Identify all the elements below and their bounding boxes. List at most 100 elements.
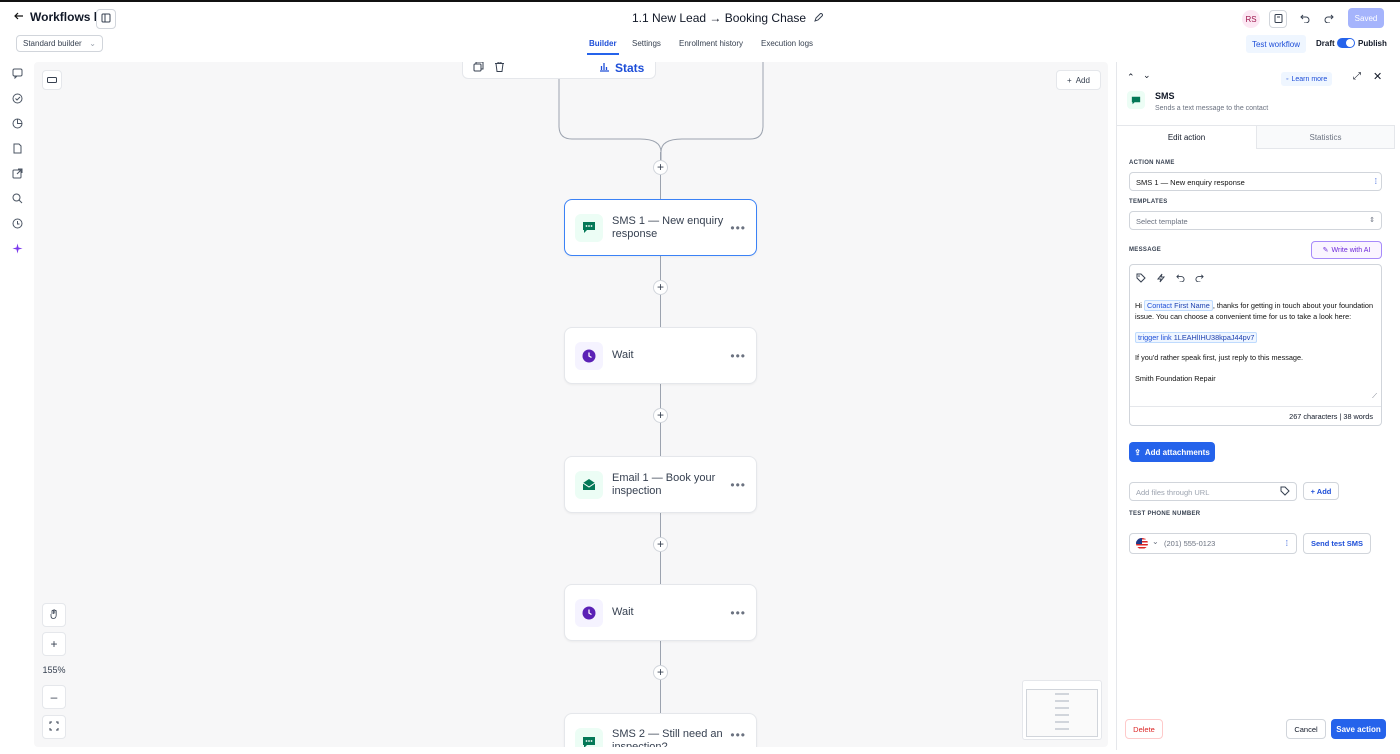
test-workflow-button[interactable]: Test workflow xyxy=(1246,35,1306,53)
bar-chart-icon xyxy=(599,62,610,75)
chip-trigger-link: trigger link xyxy=(1138,332,1172,342)
add-step-button[interactable]: + xyxy=(653,408,668,423)
search-icon[interactable] xyxy=(11,192,23,204)
tab-enrollment-history[interactable]: Enrollment history xyxy=(679,39,743,48)
node-label: Wait xyxy=(612,349,634,361)
add-step-button[interactable]: + xyxy=(653,160,668,175)
builder-select[interactable]: Standard builder ⌄ xyxy=(16,35,103,52)
changelog-button[interactable] xyxy=(1269,10,1287,28)
workflow-canvas[interactable]: Stats + Add + + + + + SMS 1 — New enquir… xyxy=(34,62,1108,747)
clock-icon xyxy=(575,341,603,370)
redo-icon[interactable] xyxy=(1195,273,1204,285)
delete-button[interactable]: Delete xyxy=(1125,719,1163,739)
custom-values-icon[interactable]: ⁞ xyxy=(1286,539,1288,548)
external-link-icon[interactable] xyxy=(11,167,23,179)
more-options-icon[interactable]: ••• xyxy=(730,606,746,620)
zoom-in-button[interactable]: + xyxy=(42,632,66,656)
workflow-node-wait-1[interactable]: Wait ••• xyxy=(564,327,757,384)
upload-icon: ⇪ xyxy=(1134,447,1141,457)
template-select[interactable]: Select template ⇕ xyxy=(1129,211,1382,230)
action-name-input[interactable]: SMS 1 — New enquiry response ⁞ xyxy=(1129,172,1382,191)
redo-icon xyxy=(1324,12,1334,26)
lightbulb-icon: ◦ xyxy=(1286,75,1289,83)
message-icon xyxy=(575,728,603,747)
undo-icon[interactable] xyxy=(1176,273,1185,285)
magic-wand-icon: ✎ xyxy=(1322,247,1329,254)
tag-icon[interactable] xyxy=(1280,486,1290,498)
custom-values-icon[interactable]: ⁞ xyxy=(1375,177,1377,186)
more-options-icon[interactable]: ••• xyxy=(730,478,746,492)
chevron-up-icon[interactable]: ⌃ xyxy=(1127,72,1135,83)
add-attachments-button[interactable]: ⇪ Add attachments xyxy=(1129,442,1215,462)
comment-icon[interactable] xyxy=(11,67,23,79)
redo-button[interactable] xyxy=(1320,10,1338,28)
add-url-button[interactable]: + Add xyxy=(1303,482,1339,500)
sparkle-icon[interactable] xyxy=(11,242,23,254)
cancel-button[interactable]: Cancel xyxy=(1286,719,1326,739)
trigger-link-chip[interactable]: trigger link 1LEAHlIHU38kpaJ44pv7 xyxy=(1135,331,1258,343)
save-action-button[interactable]: Save action xyxy=(1331,719,1386,739)
tab-execution-logs[interactable]: Execution logs xyxy=(761,39,813,48)
tab-statistics[interactable]: Statistics xyxy=(1256,125,1395,149)
workflow-title[interactable]: 1.1 New Lead → Booking Chase xyxy=(632,11,824,25)
left-sidebar xyxy=(0,56,34,754)
templates-label: TEMPLATES xyxy=(1129,199,1168,205)
branch-connector xyxy=(558,62,764,162)
fit-view-button[interactable] xyxy=(42,715,66,739)
us-flag-icon[interactable] xyxy=(1136,538,1148,549)
message-label: MESSAGE xyxy=(1129,247,1162,253)
panel-title: SMS xyxy=(1155,91,1175,101)
test-phone-input[interactable]: ⌄ (201) 555-0123 ⁞ xyxy=(1129,533,1297,554)
history-icon[interactable] xyxy=(11,217,23,229)
mail-icon xyxy=(575,470,603,499)
message-editor[interactable]: Hi Contact First Name, thanks for gettin… xyxy=(1129,264,1382,426)
add-node-button[interactable]: + Add xyxy=(1056,70,1101,90)
saved-button[interactable]: Saved xyxy=(1348,8,1384,28)
workflow-node-email-1[interactable]: Email 1 — Book your inspection ••• xyxy=(564,456,757,513)
toggle-sidebar-button[interactable] xyxy=(96,9,116,29)
add-step-button[interactable]: + xyxy=(653,537,668,552)
sms-icon xyxy=(1127,91,1145,109)
action-name-label: ACTION NAME xyxy=(1129,160,1175,166)
workflow-node-wait-2[interactable]: Wait ••• xyxy=(564,584,757,641)
add-step-button[interactable]: + xyxy=(653,280,668,295)
chevron-down-icon[interactable]: ⌄ xyxy=(1143,70,1151,81)
draft-label: Draft xyxy=(1316,39,1335,48)
undo-button[interactable] xyxy=(1296,10,1314,28)
pencil-icon[interactable] xyxy=(814,11,824,25)
tab-settings[interactable]: Settings xyxy=(632,39,661,48)
learn-more-label: Learn more xyxy=(1291,75,1328,83)
close-icon[interactable]: ✕ xyxy=(1373,70,1382,83)
contact-field-chip[interactable]: Contact First Name xyxy=(1143,300,1213,311)
resize-handle-icon[interactable]: ⟋ xyxy=(1372,393,1377,401)
write-with-ai-button[interactable]: ✎ Write with AI xyxy=(1311,241,1382,259)
publish-label: Publish xyxy=(1358,39,1387,48)
learn-more-link[interactable]: ◦ Learn more xyxy=(1281,72,1333,86)
more-options-icon[interactable]: ••• xyxy=(730,221,746,235)
workflow-node-sms-2[interactable]: SMS 2 — Still need an inspection? ••• xyxy=(564,713,757,747)
file-icon[interactable] xyxy=(11,142,23,154)
minimap[interactable] xyxy=(1022,680,1102,740)
workflow-node-sms-1[interactable]: SMS 1 — New enquiry response ••• xyxy=(564,199,757,256)
pan-tool-button[interactable] xyxy=(42,603,66,627)
node-label: SMS 1 — New enquiry response xyxy=(612,214,724,240)
trash-icon[interactable] xyxy=(494,62,505,75)
expand-icon[interactable]: ⤢ xyxy=(1353,71,1361,82)
stats-button[interactable]: Stats xyxy=(599,62,644,75)
more-options-icon[interactable]: ••• xyxy=(730,349,746,363)
avatar[interactable]: RS xyxy=(1242,10,1260,28)
pie-chart-icon[interactable] xyxy=(11,117,23,129)
check-circle-icon[interactable] xyxy=(11,92,23,104)
chevron-down-icon[interactable]: ⌄ xyxy=(1152,537,1159,546)
copy-icon[interactable] xyxy=(473,62,484,75)
tab-edit-action[interactable]: Edit action xyxy=(1117,125,1256,149)
lightning-icon[interactable] xyxy=(1156,273,1166,285)
more-options-icon[interactable]: ••• xyxy=(730,728,746,742)
publish-toggle[interactable] xyxy=(1337,38,1355,48)
tag-icon[interactable] xyxy=(1136,273,1146,285)
send-test-sms-button[interactable]: Send test SMS xyxy=(1303,533,1371,554)
attachment-url-input[interactable]: Add files through URL xyxy=(1129,482,1297,501)
tab-builder[interactable]: Builder xyxy=(587,39,619,55)
zoom-out-button[interactable]: – xyxy=(42,685,66,709)
add-step-button[interactable]: + xyxy=(653,665,668,680)
